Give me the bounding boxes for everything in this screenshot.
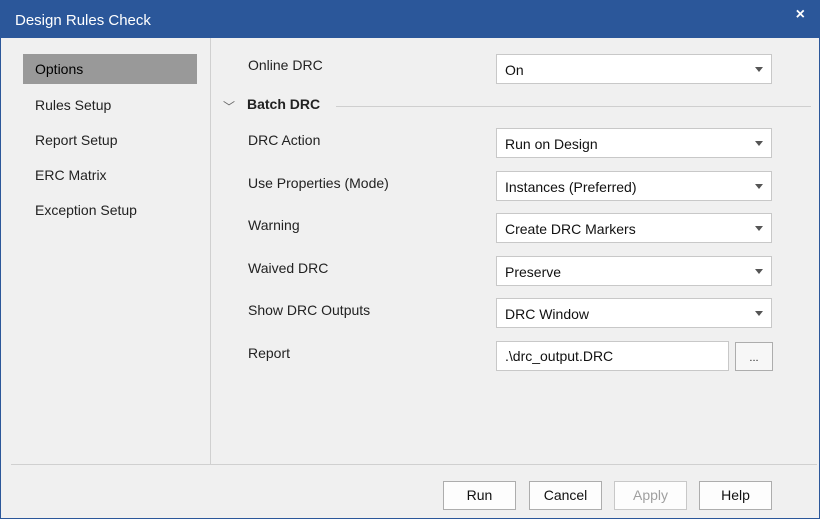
dropdown-arrow-icon xyxy=(755,226,763,231)
apply-button[interactable]: Apply xyxy=(614,481,687,510)
show-outputs-value: DRC Window xyxy=(505,306,590,322)
close-icon[interactable]: × xyxy=(796,6,805,24)
sidebar-item-rules-setup[interactable]: Rules Setup xyxy=(23,90,197,120)
use-properties-select[interactable]: Instances (Preferred) xyxy=(496,171,772,201)
online-drc-label: Online DRC xyxy=(248,57,323,73)
report-path-field[interactable] xyxy=(496,341,729,371)
options-panel: Online DRC On ﹀ Batch DRC DRC Action Run… xyxy=(211,38,817,464)
sidebar-item-report-setup[interactable]: Report Setup xyxy=(23,125,197,155)
drc-action-value: Run on Design xyxy=(505,136,598,152)
batch-drc-section-header: ﹀ Batch DRC xyxy=(223,96,813,116)
waived-drc-label: Waived DRC xyxy=(248,260,329,276)
use-properties-value: Instances (Preferred) xyxy=(505,179,637,195)
dropdown-arrow-icon xyxy=(755,311,763,316)
drc-action-select[interactable]: Run on Design xyxy=(496,128,772,158)
cancel-button[interactable]: Cancel xyxy=(529,481,602,510)
section-divider xyxy=(336,106,811,107)
run-button[interactable]: Run xyxy=(443,481,516,510)
dropdown-arrow-icon xyxy=(755,184,763,189)
use-properties-label: Use Properties (Mode) xyxy=(248,175,389,191)
chevron-down-icon[interactable]: ﹀ xyxy=(223,98,235,115)
drc-dialog: Design Rules Check × Options Rules Setup… xyxy=(0,0,820,519)
sidebar-item-erc-matrix[interactable]: ERC Matrix xyxy=(23,160,197,190)
sidebar-nav: Options Rules Setup Report Setup ERC Mat… xyxy=(11,38,211,464)
browse-button[interactable]: ... xyxy=(735,342,773,371)
online-drc-select[interactable]: On xyxy=(496,54,772,84)
title-bar: Design Rules Check × xyxy=(1,1,819,38)
report-label: Report xyxy=(248,345,291,361)
warning-select[interactable]: Create DRC Markers xyxy=(496,213,772,243)
batch-drc-heading: Batch DRC xyxy=(247,96,321,112)
show-outputs-label: Show DRC Outputs xyxy=(248,302,371,318)
online-drc-value: On xyxy=(505,62,524,78)
waived-drc-select[interactable]: Preserve xyxy=(496,256,772,286)
footer-divider xyxy=(11,464,817,465)
sidebar-item-options[interactable]: Options xyxy=(23,54,197,84)
warning-value: Create DRC Markers xyxy=(505,221,636,237)
dropdown-arrow-icon xyxy=(755,67,763,72)
sidebar-item-exception-setup[interactable]: Exception Setup xyxy=(23,195,197,225)
show-outputs-select[interactable]: DRC Window xyxy=(496,298,772,328)
drc-action-label: DRC Action xyxy=(248,132,321,148)
help-button[interactable]: Help xyxy=(699,481,772,510)
report-path-input[interactable] xyxy=(505,348,715,364)
waived-drc-value: Preserve xyxy=(505,264,562,280)
dropdown-arrow-icon xyxy=(755,141,763,146)
warning-label: Warning xyxy=(248,217,300,233)
dialog-title: Design Rules Check xyxy=(15,12,151,29)
dropdown-arrow-icon xyxy=(755,269,763,274)
